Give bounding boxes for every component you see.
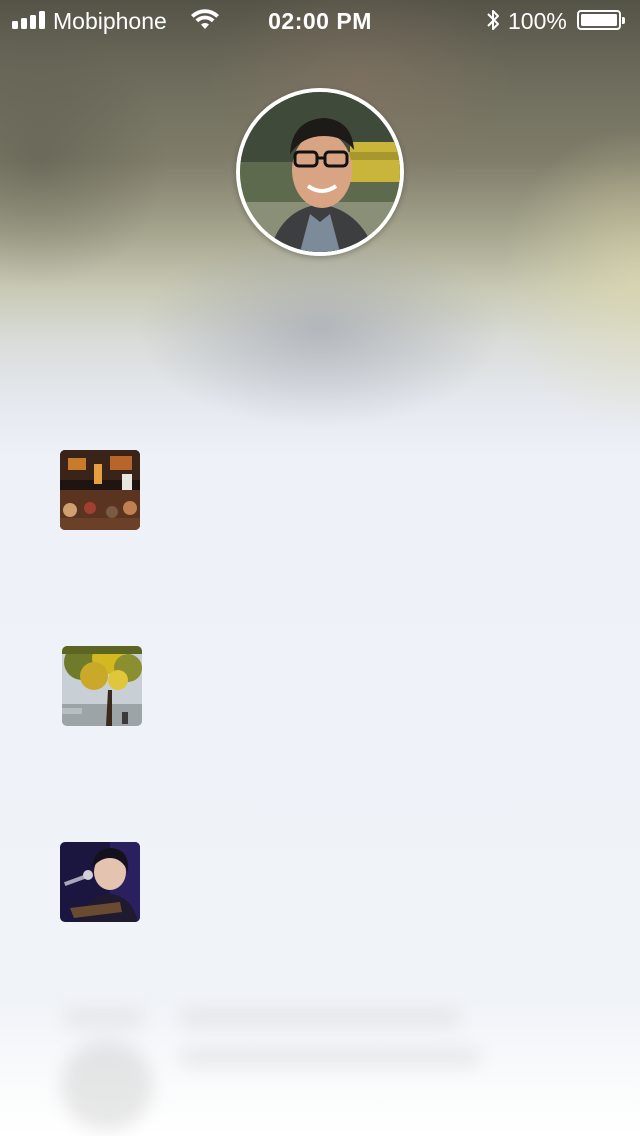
- status-bar: Mobiphone 02:00 PM 100%: [0, 0, 640, 40]
- loading-placeholder: [180, 1010, 460, 1026]
- bluetooth-icon: [484, 8, 502, 39]
- feed-thumbnail-yellow-tree[interactable]: [62, 646, 142, 726]
- profile-avatar[interactable]: [236, 88, 404, 256]
- loading-placeholder: [62, 1040, 152, 1130]
- loading-placeholder: [64, 1010, 144, 1026]
- battery-percentage: 100%: [508, 8, 567, 34]
- feed-thumbnail-guitarist[interactable]: [60, 842, 140, 922]
- loading-placeholder: [180, 1048, 480, 1066]
- battery-icon: [577, 10, 625, 30]
- feed-thumbnail-night-street[interactable]: [60, 450, 140, 530]
